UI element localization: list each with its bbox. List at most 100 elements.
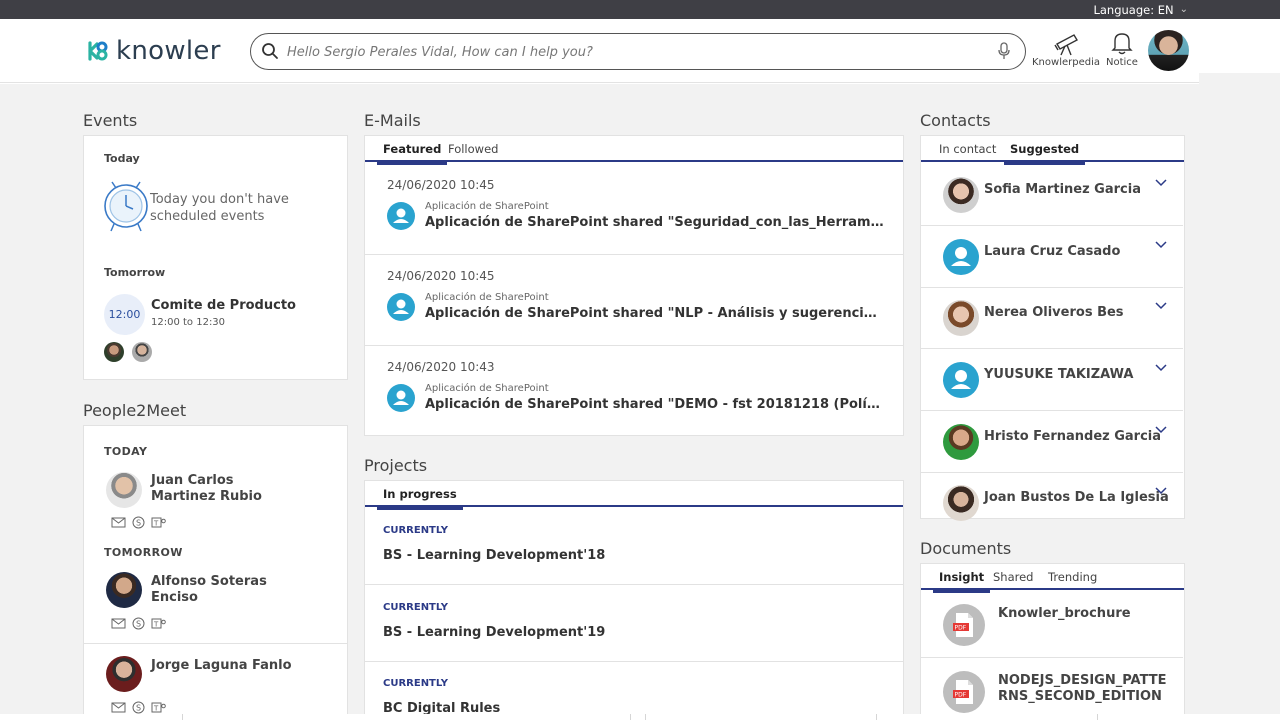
events-tomorrow-label: Tomorrow [104, 266, 166, 279]
email-icon[interactable] [111, 699, 126, 713]
contact-name: Joan Bustos De La Iglesia [984, 490, 1169, 505]
contact-name: Sofia Martinez Garcia [984, 182, 1141, 197]
people2meet-title: People2Meet [83, 401, 187, 420]
tab-insight[interactable]: Insight [932, 570, 991, 593]
email-date: 24/06/2020 10:45 [387, 178, 495, 192]
divider [84, 643, 347, 644]
p2m-today-label: TODAY [104, 445, 148, 458]
search-icon [262, 43, 278, 59]
email-source: Aplicación de SharePoint [425, 201, 549, 212]
document-name: Knowler_brochure [998, 606, 1131, 621]
events-empty-message: Today you don't have scheduled events [150, 192, 289, 224]
event-time-badge: 12:00 [104, 294, 145, 335]
tab-followed[interactable]: Followed [448, 142, 498, 156]
attendee-avatar[interactable] [104, 342, 124, 362]
email-item[interactable]: 24/06/2020 10:43 Aplicación de SharePoin… [365, 346, 903, 437]
contact-item[interactable]: Joan Bustos De La Iglesia [921, 472, 1183, 534]
svg-text:T: T [153, 621, 159, 629]
chevron-down-icon: ⌄ [1179, 3, 1188, 15]
main-content: Events Today Today you don't have schedu… [0, 84, 1280, 720]
logo-text: knowler [116, 36, 221, 66]
skype-icon[interactable]: S [131, 514, 146, 529]
document-name: NODEJS_DESIGN_PATTERNS_SECOND_EDITION [998, 673, 1167, 704]
teams-icon[interactable]: T [151, 615, 166, 629]
tab-trending[interactable]: Trending [1048, 570, 1097, 584]
chevron-down-icon[interactable] [1155, 178, 1167, 188]
email-item[interactable]: 24/06/2020 10:45 Aplicación de SharePoin… [365, 164, 903, 255]
knowlerpedia-button[interactable]: Knowlerpedia [1032, 29, 1100, 68]
tab-featured[interactable]: Featured [376, 142, 448, 165]
contact-name: Hristo Fernandez Garcia [984, 429, 1162, 444]
contact-item[interactable]: Nerea Oliveros Bes [921, 287, 1183, 349]
header: knowler Knowlerpedia Notice [0, 19, 1199, 83]
person-name[interactable]: Alfonso Soteras Enciso [151, 574, 301, 606]
project-status: CURRENTLY [383, 602, 448, 613]
tab-in-progress[interactable]: In progress [377, 487, 463, 510]
emails-card: Featured Followed 24/06/2020 10:45 Aplic… [364, 135, 904, 436]
search-input[interactable] [287, 40, 977, 64]
contact-avatar [943, 485, 979, 521]
chevron-down-icon[interactable] [1155, 363, 1167, 373]
teams-icon[interactable]: T [151, 514, 166, 528]
person-name[interactable]: Juan Carlos Martinez Rubio [151, 473, 301, 505]
logo[interactable]: knowler [86, 36, 221, 66]
svg-text:T: T [153, 705, 159, 713]
contact-item[interactable]: YUUSUKE TAKIZAWA [921, 349, 1183, 411]
tab-shared[interactable]: Shared [993, 570, 1034, 584]
contact-actions: S T [111, 514, 166, 529]
project-status: CURRENTLY [383, 678, 448, 689]
contacts-tabs: In contact Suggested [921, 136, 1184, 165]
project-item[interactable]: CURRENTLY BC Digital Rules [365, 661, 903, 720]
microphone-icon[interactable] [997, 42, 1011, 60]
user-avatar[interactable] [1148, 30, 1189, 71]
attendee-avatar[interactable] [132, 342, 152, 362]
clock-icon [104, 181, 148, 232]
teams-icon[interactable]: T [151, 699, 166, 713]
contact-item[interactable]: Hristo Fernandez Garcia [921, 411, 1183, 473]
emails-title: E-Mails [364, 111, 421, 130]
contact-item[interactable]: Laura Cruz Casado [921, 226, 1183, 288]
tab-in-contact[interactable]: In contact [939, 142, 996, 156]
events-title: Events [83, 111, 138, 130]
language-label: Language: EN [1093, 2, 1174, 17]
scroll-tick [1097, 714, 1098, 720]
contact-avatar [943, 362, 979, 398]
chevron-down-icon[interactable] [1155, 301, 1167, 311]
project-item[interactable]: CURRENTLY BS - Learning Development'19 [365, 585, 903, 662]
document-item[interactable]: PDF NODEJS_DESIGN_PATTERNS_SECOND_EDITIO… [921, 659, 1183, 720]
contact-name: Laura Cruz Casado [984, 244, 1121, 259]
person-avatar[interactable] [106, 472, 142, 508]
project-status: CURRENTLY [383, 525, 448, 536]
svg-text:S: S [136, 704, 141, 713]
chevron-down-icon[interactable] [1155, 425, 1167, 435]
contacts-card: In contact Suggested Sofia Martinez Garc… [920, 135, 1185, 521]
person-name[interactable]: Jorge Laguna Fanlo [151, 658, 301, 674]
search-bar[interactable] [250, 33, 1026, 70]
chevron-down-icon[interactable] [1155, 486, 1167, 496]
contact-item[interactable]: Sofia Martinez Garcia [921, 164, 1183, 226]
language-selector[interactable]: Language: EN ⌄ [1093, 0, 1188, 19]
person-avatar[interactable] [106, 656, 142, 692]
email-icon[interactable] [111, 615, 126, 629]
project-item[interactable]: CURRENTLY BS - Learning Development'18 [365, 508, 903, 585]
documents-title: Documents [920, 539, 1012, 558]
horizontal-scrollbar[interactable] [0, 714, 1280, 720]
svg-text:S: S [136, 519, 141, 528]
notice-button[interactable]: Notice [1106, 29, 1138, 68]
tab-suggested[interactable]: Suggested [1003, 142, 1086, 165]
email-icon[interactable] [111, 514, 126, 528]
person-avatar[interactable] [106, 572, 142, 608]
email-subject: Aplicación de SharePoint shared "Segurid… [425, 215, 885, 230]
email-item[interactable]: 24/06/2020 10:45 Aplicación de SharePoin… [365, 255, 903, 346]
top-bar: Language: EN ⌄ [0, 0, 1280, 19]
pdf-icon: PDF [943, 671, 985, 713]
knowler-logo-icon [88, 41, 108, 61]
telescope-icon [1054, 34, 1078, 56]
skype-icon[interactable]: S [131, 699, 146, 714]
skype-icon[interactable]: S [131, 615, 146, 630]
event-title[interactable]: Comite de Producto [151, 298, 296, 313]
contact-avatar [943, 424, 979, 460]
chevron-down-icon[interactable] [1155, 240, 1167, 250]
event-time-range: 12:00 to 12:30 [151, 317, 226, 328]
document-item[interactable]: PDF Knowler_brochure [921, 592, 1183, 658]
